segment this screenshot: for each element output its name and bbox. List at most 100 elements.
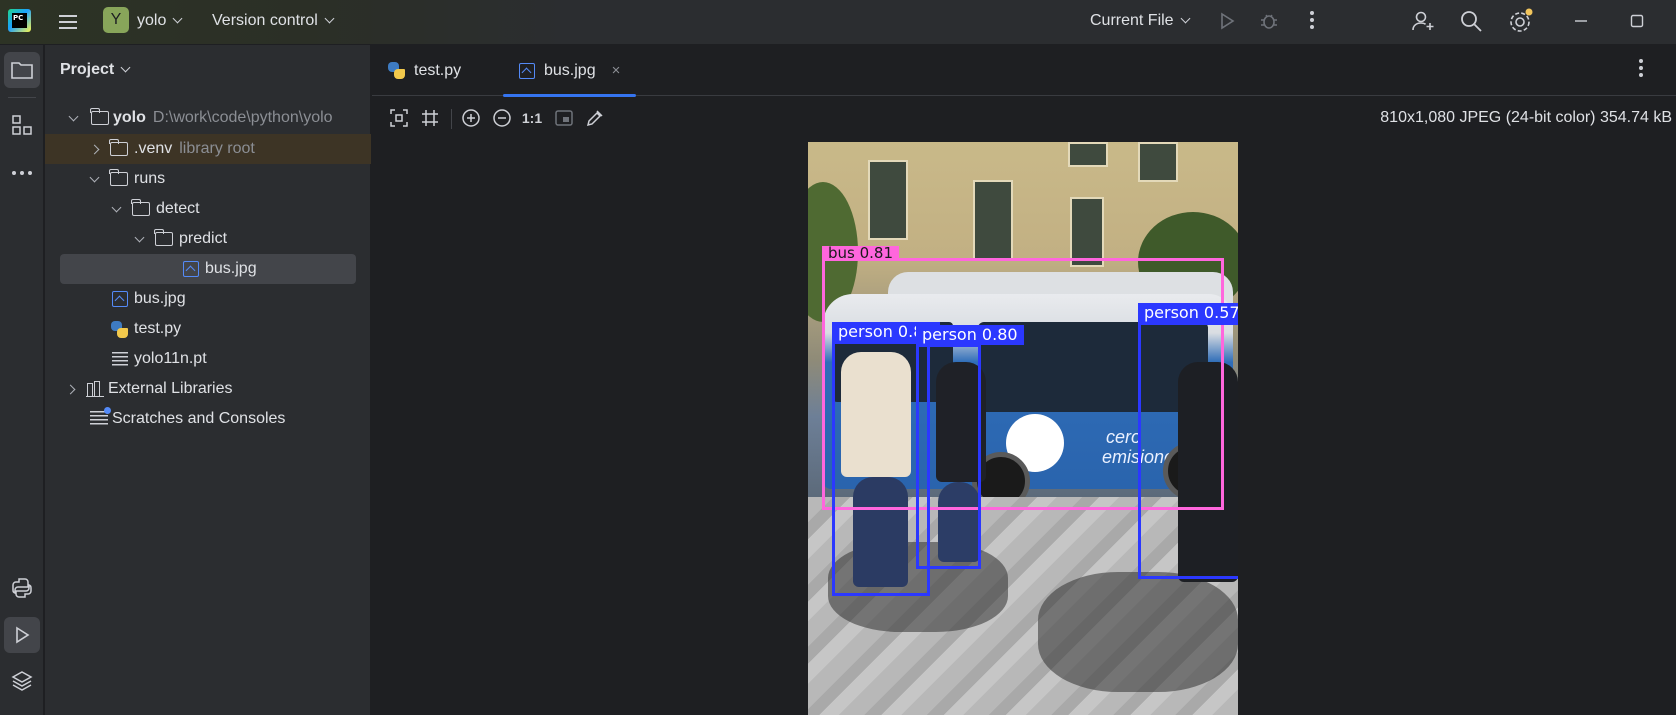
python-console-button[interactable] [4,570,40,606]
expand-arrow-icon[interactable] [134,232,145,242]
expand-arrow-icon[interactable] [89,172,100,182]
version-control-menu[interactable]: Version control [212,10,335,32]
project-name: yolo [137,12,167,29]
pycharm-logo[interactable]: PC [8,9,31,32]
more-actions-button[interactable] [1300,8,1324,32]
project-view-selector[interactable]: Project [60,61,131,79]
tab-test-py[interactable]: test.py [388,45,461,96]
eyedropper-icon [586,110,603,127]
python-console-icon [12,578,32,598]
tree-item-label: detect [156,200,200,217]
run-tool-button[interactable] [4,617,40,653]
folder-icon [131,199,150,216]
tree-item-detect[interactable]: detect [45,194,371,224]
tool-window-strip [0,45,44,715]
tree-item-runs[interactable]: runs [45,164,371,194]
expand-arrow-icon[interactable] [68,111,79,121]
tree-item-bus-jpg[interactable]: bus.jpg [45,284,371,314]
color-picker-button[interactable] [583,106,607,130]
chevron-down-icon [172,13,183,24]
expand-arrow-icon[interactable] [65,384,76,394]
hamburger-icon [59,15,77,17]
photo-shadow [1038,572,1238,692]
tree-item-label: Scratches and Consoles [112,410,286,427]
project-badge[interactable]: Y [103,7,129,33]
tree-item-path: D:\work\code\python\yolo [152,109,333,126]
tree-item-label: predict [179,230,228,247]
python-file-icon [111,320,128,338]
play-icon [1221,12,1235,30]
image-toolbar: 1:1 810x1,080 JPEG (24-bit color) 354.74… [372,97,1676,139]
minimize-icon [1575,20,1587,22]
tree-item-predict-bus-jpg[interactable]: bus.jpg [60,254,356,284]
folder-icon [154,229,173,246]
hamburger-icon-line [59,21,77,23]
tree-item-venv[interactable]: .venv library root [45,134,371,164]
search-icon [1461,11,1482,32]
expand-arrow-icon[interactable] [89,144,100,154]
python-file-icon [388,62,405,79]
tree-item-label: runs [134,170,166,187]
tree-item-predict[interactable]: predict [45,224,371,254]
grid-toggle-button[interactable] [418,106,442,130]
structure-tool-button[interactable] [4,107,40,143]
run-config-selector[interactable]: Current File [1090,10,1191,32]
photo-window [868,160,908,240]
main-menu-button[interactable] [56,10,80,34]
folder-icon [11,62,33,79]
minimize-window-button[interactable] [1568,8,1594,34]
background-icon [555,110,573,126]
services-tool-button[interactable] [4,663,40,699]
zoom-in-button[interactable] [459,106,483,130]
maximize-window-button[interactable] [1624,8,1650,34]
fit-zoom-button[interactable] [387,106,411,130]
title-bar: PC Y yolo Version control Current File [0,0,1676,45]
image-file-icon [183,261,199,277]
tree-item-hint: library root [179,140,255,157]
more-vertical-icon [1639,59,1643,77]
more-vertical-icon [1310,11,1314,29]
folder-icon [90,108,109,125]
debug-button[interactable] [1258,10,1280,32]
tree-item-yolo[interactable]: yolo D:\work\code\python\yolo [45,103,371,133]
folder-icon [109,139,128,156]
tree-item-scratches[interactable]: Scratches and Consoles [45,404,371,434]
detection-label: person 0.57 [1138,303,1238,323]
divider [8,97,36,98]
code-with-me-button[interactable] [1410,8,1436,34]
tree-item-label: test.py [134,320,182,337]
background-toggle-button[interactable] [552,106,576,130]
settings-button[interactable] [1508,8,1534,34]
chevron-down-icon [324,13,335,24]
tree-item-test-py[interactable]: test.py [45,314,371,344]
zoom-out-icon [493,109,511,127]
tree-item-external-libraries[interactable]: External Libraries [45,374,371,404]
library-icon [86,381,104,397]
project-switcher[interactable]: yolo [137,10,183,32]
project-tool-button[interactable] [4,52,40,88]
tree-item-yolo11n-pt[interactable]: yolo11n.pt [45,344,371,374]
tree-item-label: .venv [134,140,173,157]
version-control-label: Version control [212,12,318,29]
more-tool-windows-button[interactable] [4,155,40,191]
more-horizontal-icon [12,171,32,175]
tab-label: bus.jpg [544,61,596,79]
search-everywhere-button[interactable] [1458,8,1484,34]
close-icon[interactable]: × [612,62,621,79]
chevron-down-icon [120,62,131,73]
pycharm-logo-text: PC [12,13,27,28]
zoom-out-button[interactable] [490,106,514,130]
tab-bus-jpg[interactable]: bus.jpg × [503,45,637,97]
tree-item-label: bus.jpg [134,290,186,307]
fit-to-window-icon [390,109,408,127]
scratches-icon [90,407,111,427]
grid-icon [422,110,438,126]
gear-icon [1510,8,1533,32]
image-file-icon [112,291,128,307]
run-button[interactable] [1216,10,1238,32]
project-panel: Project yolo D:\work\code\python\yolo .v… [45,45,371,715]
actual-size-button[interactable]: 1:1 [520,106,544,130]
run-config-label: Current File [1090,12,1174,29]
editor-tabs-menu-button[interactable] [1638,58,1662,82]
expand-arrow-icon[interactable] [111,202,122,212]
